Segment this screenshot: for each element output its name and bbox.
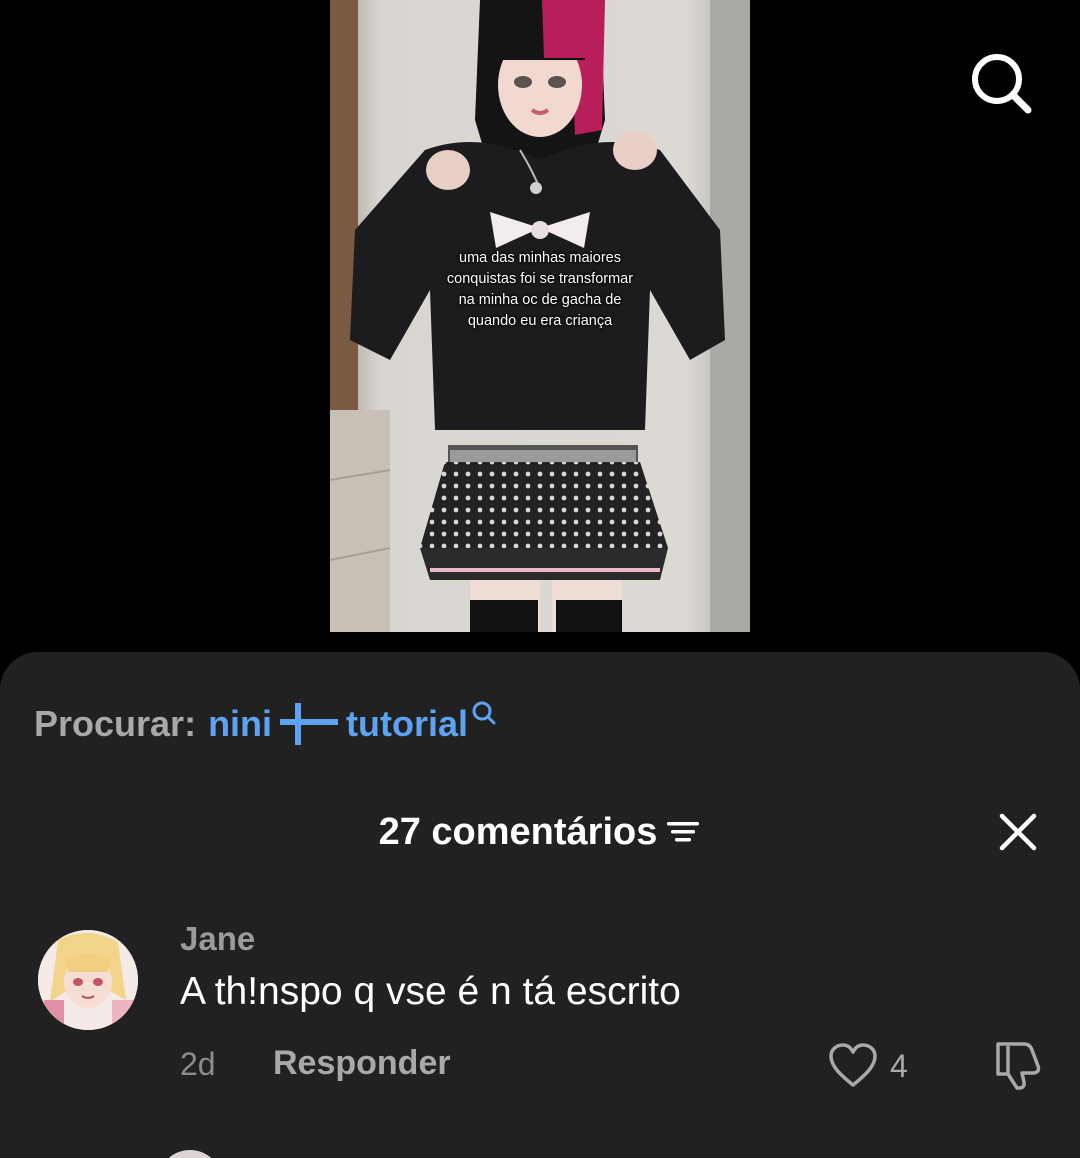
comment-age: 2d <box>180 1046 216 1082</box>
search-suggestion-prefix: Procurar: <box>34 703 197 744</box>
search-icon <box>972 54 1032 114</box>
search-query-part: nini <box>208 703 273 744</box>
like-button[interactable]: 4 <box>828 1040 908 1092</box>
video-caption: uma das minhas maiores conquistas foi se… <box>330 248 750 332</box>
search-suggestion[interactable]: Procurar: nini tutorial <box>34 700 497 748</box>
thumbs-down-icon <box>996 1042 1041 1090</box>
search-icon <box>472 701 496 725</box>
like-count: 4 <box>890 1047 908 1084</box>
heart-icon <box>829 1043 877 1087</box>
caption-line: uma das minhas maiores <box>459 250 621 266</box>
comments-count-title: 27 comentários <box>378 810 658 853</box>
avatar[interactable] <box>38 930 138 1030</box>
comments-header: 27 comentários <box>0 806 1080 858</box>
plus-cross-icon <box>280 703 339 745</box>
screen: uma das minhas maiores conquistas foi se… <box>0 0 1080 1158</box>
search-query-part: tutorial <box>346 703 469 744</box>
caption-line: quando eu era criança <box>467 313 613 329</box>
sort-lines-icon[interactable] <box>665 817 701 847</box>
dislike-button[interactable] <box>990 1038 1044 1092</box>
close-button[interactable] <box>996 810 1040 854</box>
caption-line: na minha oc de gacha de <box>458 292 622 308</box>
reply-button[interactable]: Responder <box>273 1044 451 1083</box>
comment-username[interactable]: Jane <box>180 920 255 958</box>
comment-item: Jane A th!nspo q vse é n tá escrito 2d R… <box>0 920 1080 1100</box>
search-button[interactable] <box>966 50 1036 116</box>
close-icon <box>999 813 1037 851</box>
caption-line: conquistas foi se transformar <box>446 271 634 287</box>
avatar-image <box>38 930 138 1030</box>
comments-sheet: Procurar: nini tutorial 27 comentários J… <box>0 652 1080 1158</box>
avatar[interactable] <box>158 1150 222 1158</box>
comment-text: A th!nspo q vse é n tá escrito <box>180 970 681 1013</box>
video-player[interactable]: uma das minhas maiores conquistas foi se… <box>330 0 750 632</box>
search-suggestion-query[interactable]: nini tutorial <box>208 701 497 747</box>
